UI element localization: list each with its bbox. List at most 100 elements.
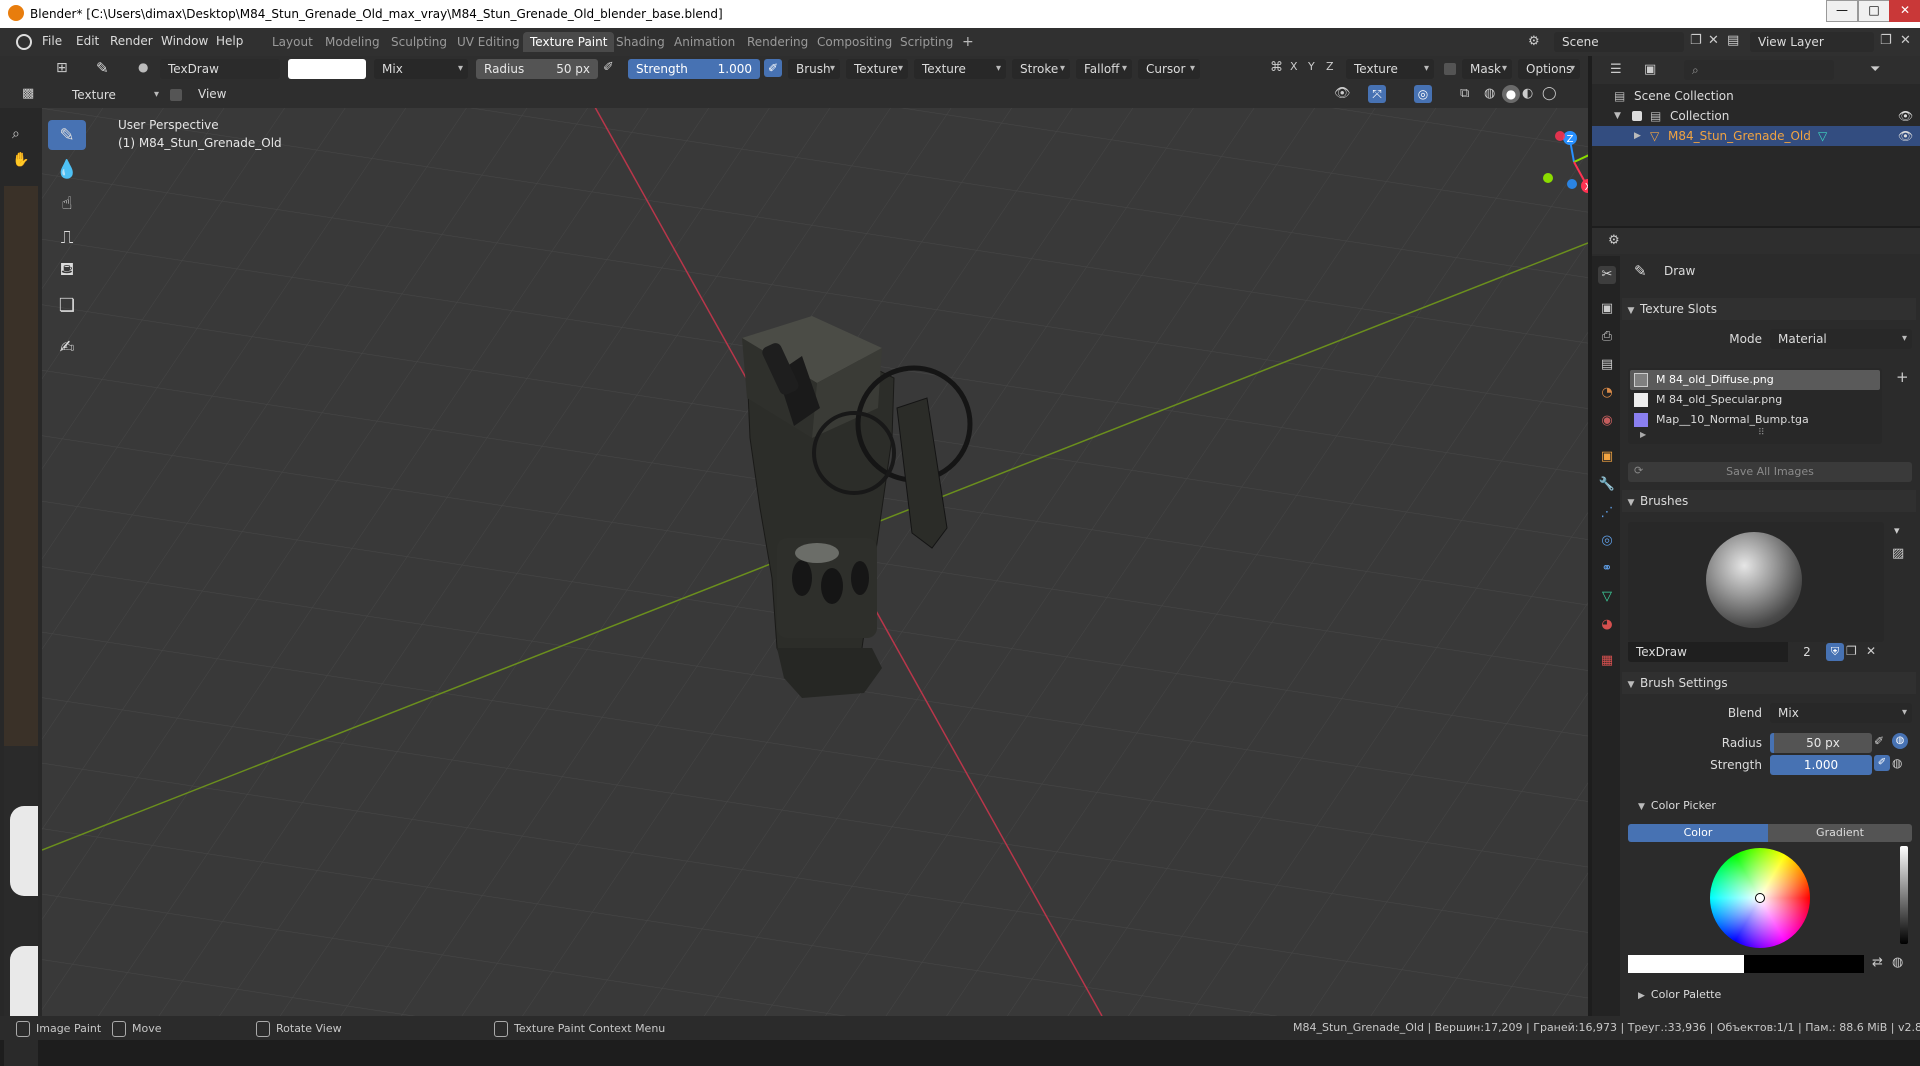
rendered-shading-icon[interactable]: ◯ [1542, 86, 1557, 101]
scene-remove-icon[interactable]: ✕ [1708, 33, 1719, 48]
pan-icon[interactable]: ✋ [12, 152, 29, 168]
menu-edit[interactable]: Edit [76, 34, 99, 48]
color-wheel-cursor[interactable] [1755, 893, 1765, 903]
value-slider[interactable] [1900, 846, 1908, 944]
mask-tool-icon[interactable]: ❏ [48, 290, 86, 320]
brush-browse-icon[interactable]: ● [138, 60, 148, 74]
mirror-x-toggle[interactable]: X [1290, 60, 1298, 73]
annotate-tool-icon[interactable]: ✍ [48, 332, 86, 362]
clone-tool-icon[interactable]: ⎍ [48, 222, 86, 252]
brush-list-toggle-icon[interactable]: ▾ [1894, 524, 1900, 537]
view-layer-remove-icon[interactable]: ✕ [1900, 33, 1911, 48]
brush-image-icon[interactable]: ▨ [1892, 546, 1904, 561]
overlay-toggle-icon[interactable]: ◎ [1414, 85, 1432, 103]
strength-unit-icon[interactable]: ◍ [1892, 756, 1902, 770]
color-tab[interactable]: Color [1628, 824, 1768, 842]
cursor-menu[interactable]: Cursor [1138, 59, 1200, 79]
zoom-icon[interactable]: ⌕ [12, 126, 20, 142]
tab-sculpting[interactable]: Sculpting [384, 32, 454, 52]
world-tab-icon[interactable]: ◉ [1598, 412, 1616, 430]
view-menu[interactable]: View [198, 87, 226, 101]
blend-mode-dropdown[interactable]: Mix [1770, 703, 1912, 723]
unlink-brush-icon[interactable]: ✕ [1866, 644, 1876, 658]
fill-tool-icon[interactable]: ⛾ [48, 256, 86, 286]
3d-viewport[interactable]: User Perspective (1) M84_Stun_Grenade_Ol… [42, 108, 1588, 1016]
mask-mode-checkbox[interactable] [170, 89, 182, 101]
tab-scripting[interactable]: Scripting [893, 32, 960, 52]
render-tab-icon[interactable]: ▣ [1598, 300, 1616, 318]
mirror-y-toggle[interactable]: Y [1308, 60, 1315, 73]
fake-user-shield-icon[interactable]: ⛨ [1826, 643, 1844, 661]
object-tab-icon[interactable]: ▣ [1598, 448, 1616, 466]
outliner-row-collection[interactable]: ▼ ▤ Collection 👁 [1592, 106, 1920, 126]
list-expand-icon[interactable]: ▶ [1640, 430, 1646, 439]
texture-slot-item[interactable]: Map__10_Normal_Bump.tga [1656, 413, 1809, 426]
stroke-menu[interactable]: Stroke [1012, 59, 1070, 79]
brush-settings-panel-header[interactable]: ▼ Brush Settings [1622, 672, 1916, 694]
modifier-tab-icon[interactable]: 🔧 [1598, 476, 1616, 494]
tab-rendering[interactable]: Rendering [740, 32, 815, 52]
blend-dropdown[interactable]: Mix [374, 59, 468, 79]
navigation-gizmo[interactable]: Z Y X [1542, 126, 1588, 198]
mode-dropdown[interactable]: Texture Paint [64, 85, 164, 122]
duplicate-brush-icon[interactable]: ❐ [1846, 644, 1857, 658]
list-resize-handle[interactable]: ⠿ [1758, 428, 1765, 438]
display-mode-icon[interactable]: ▣ [1644, 62, 1656, 77]
data-tab-icon[interactable]: ▽ [1598, 588, 1616, 606]
falloff-menu[interactable]: Falloff [1076, 59, 1132, 79]
radius-field-props[interactable]: 50 px [1770, 733, 1872, 753]
radius-pressure-icon[interactable]: ✐ [1874, 734, 1884, 748]
strength-pressure-icon[interactable]: ✐ [764, 59, 782, 77]
brush-tool-icon[interactable]: ✎ [96, 59, 109, 77]
add-slot-button[interactable]: + [1896, 368, 1909, 386]
brush-menu[interactable]: Brush [788, 59, 840, 79]
xray-icon[interactable]: ⧉ [1460, 86, 1469, 101]
maximize-button[interactable]: □ [1858, 0, 1890, 22]
view-layer-new-icon[interactable]: ❐ [1880, 33, 1892, 48]
soften-tool-icon[interactable]: 💧 [48, 154, 86, 184]
menu-help[interactable]: Help [216, 34, 243, 48]
material-tab-icon[interactable]: ◕ [1598, 616, 1616, 634]
secondary-color-swatch[interactable] [1744, 955, 1864, 973]
primary-color-swatch[interactable] [1628, 955, 1744, 973]
color-wheel[interactable] [1710, 848, 1810, 948]
mask-checkbox[interactable] [1444, 63, 1456, 75]
tab-compositing[interactable]: Compositing [810, 32, 899, 52]
brush-color-swatch[interactable] [288, 59, 366, 79]
texture-slots-menu[interactable]: Texture Slots [1346, 59, 1434, 96]
brushes-panel-header[interactable]: ▼ Brushes [1622, 490, 1916, 512]
strength-slider[interactable]: Strength 1.000 [628, 59, 760, 79]
outliner-search-input[interactable]: ⌕ [1684, 60, 1834, 80]
blender-menu-icon[interactable] [16, 34, 32, 50]
physics-tab-icon[interactable]: ◎ [1598, 532, 1616, 550]
texture-mask-menu[interactable]: Texture Mask [914, 59, 1006, 96]
menu-file[interactable]: File [42, 34, 62, 48]
draw-tool-icon[interactable]: ✎ [48, 120, 86, 150]
outliner-editor-icon[interactable]: ☰ [1610, 62, 1622, 77]
gradient-tab[interactable]: Gradient [1768, 824, 1912, 842]
brush-name-field[interactable]: TexDraw [160, 59, 280, 79]
wireframe-shading-icon[interactable]: ◍ [1484, 86, 1495, 101]
options-menu[interactable]: Options [1518, 59, 1580, 79]
view-layer-tab-icon[interactable]: ▤ [1598, 356, 1616, 374]
texture-tab-icon[interactable]: ▦ [1598, 652, 1616, 670]
minimize-button[interactable]: — [1826, 0, 1858, 22]
expand-arrow-icon[interactable]: ▶ [1634, 126, 1641, 146]
swap-colors-icon[interactable]: ⇄ [1872, 955, 1883, 970]
constraints-tab-icon[interactable]: ⚭ [1598, 560, 1616, 578]
solid-shading-icon[interactable]: ● [1502, 85, 1520, 103]
scene-tab-icon[interactable]: ◔ [1598, 384, 1616, 402]
texture-slot-item[interactable]: M 84_old_Specular.png [1656, 393, 1782, 406]
particles-tab-icon[interactable]: ⋰ [1598, 504, 1616, 522]
gizmo-toggle-icon[interactable]: ⤧ [1368, 85, 1386, 103]
outliner-row-scene-collection[interactable]: ▤ Scene Collection [1592, 86, 1920, 106]
collection-visibility-icon[interactable]: 👁 [1898, 106, 1913, 126]
tab-shading[interactable]: Shading [609, 32, 672, 52]
visibility-icon[interactable]: 👁 [1334, 86, 1351, 101]
texture-slots-panel-header[interactable]: ▼ Texture Slots [1622, 298, 1916, 320]
add-workspace-button[interactable]: + [955, 32, 981, 52]
tab-layout[interactable]: Layout [265, 32, 320, 52]
slot-mode-dropdown[interactable]: Material [1770, 329, 1912, 349]
brush-name-field-props[interactable]: TexDraw [1628, 642, 1788, 662]
tab-animation[interactable]: Animation [667, 32, 742, 52]
